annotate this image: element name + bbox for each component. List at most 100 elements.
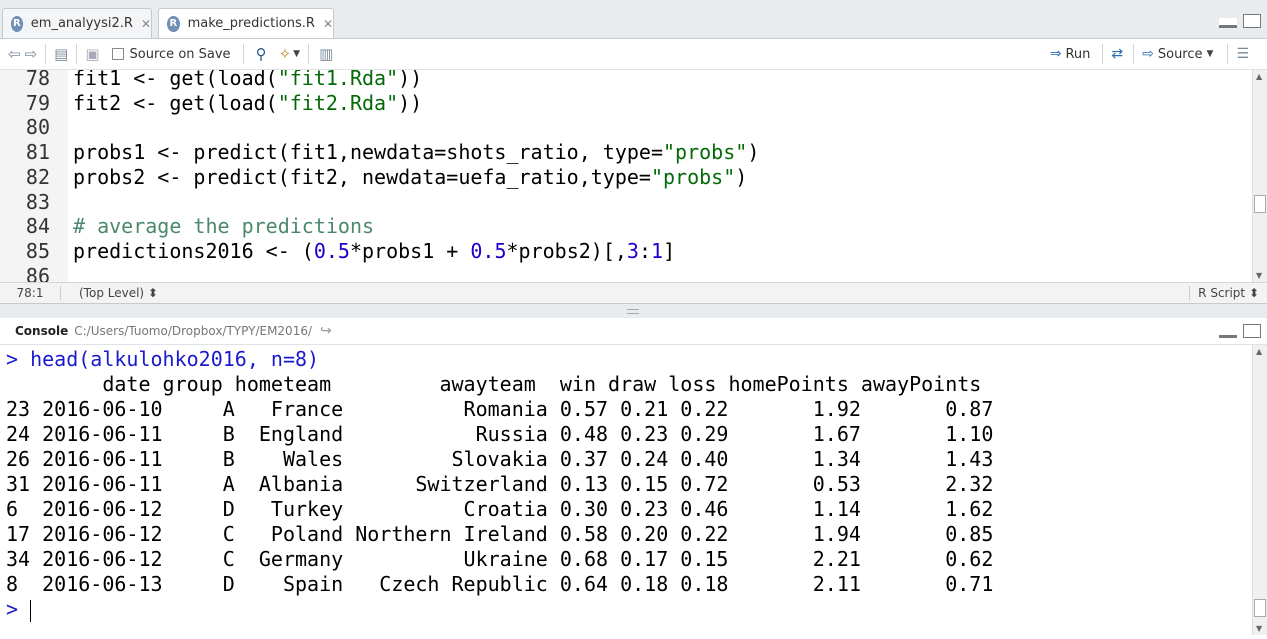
- console-table-row: 6 2016-06-12 D Turkey Croatia 0.30 0.23 …: [6, 497, 994, 521]
- console-table-row: 23 2016-06-10 A France Romania 0.57 0.21…: [6, 397, 994, 421]
- toolbar-divider: [242, 44, 244, 64]
- code-token: # average the predictions: [73, 214, 375, 239]
- chevron-down-icon[interactable]: ▼: [1207, 49, 1214, 59]
- chevron-down-icon[interactable]: ▼: [293, 49, 300, 59]
- console-table-header: date group hometeam awayteam win draw lo…: [6, 372, 982, 396]
- text-cursor: [30, 599, 32, 622]
- back-arrow-icon[interactable]: ⇦: [8, 45, 21, 63]
- tab-make-predictions[interactable]: R make_predictions.R ✕: [158, 8, 334, 38]
- close-icon[interactable]: ✕: [323, 17, 333, 31]
- code-text: # average the predictions: [73, 214, 374, 239]
- code-token: 1: [651, 238, 664, 263]
- compile-report-icon[interactable]: ▥: [319, 45, 333, 63]
- tab-em-analyysi2[interactable]: R em_analyysi2.R ✕: [2, 8, 152, 38]
- line-number: 83: [25, 189, 50, 214]
- console-title: Console: [15, 324, 69, 338]
- editor-scrollbar-thumb[interactable]: [1254, 195, 1266, 213]
- show-in-window-icon[interactable]: ▤: [54, 45, 68, 63]
- console-table-row: 24 2016-06-11 B England Russia 0.48 0.23…: [6, 422, 994, 446]
- tab-label: make_predictions.R: [187, 16, 315, 31]
- toolbar-right: ⇒ Run ⇄ ⇨ Source ▼ ☰: [1050, 39, 1267, 69]
- console-table-row: 31 2016-06-11 A Albania Switzerland 0.13…: [6, 472, 994, 496]
- editor-window-controls: [1219, 14, 1261, 28]
- code-token: 3: [626, 238, 639, 263]
- r-file-icon: R: [167, 15, 180, 32]
- console-scrollbar-thumb[interactable]: [1254, 599, 1266, 617]
- code-token: )): [398, 70, 423, 90]
- console-input-line[interactable]: >: [6, 597, 32, 622]
- toolbar-divider: [45, 44, 47, 64]
- code-text: probs1 <- predict(fit1,newdata=shots_rat…: [73, 140, 759, 165]
- line-number: 80: [25, 115, 50, 140]
- search-icon[interactable]: ⚲: [256, 45, 267, 63]
- line-number: 82: [25, 164, 50, 189]
- console-prompt: >: [6, 347, 19, 371]
- code-token: ): [747, 140, 760, 165]
- scroll-down-icon[interactable]: ▼: [1256, 271, 1262, 280]
- editor-scrollbar[interactable]: ▲ ▼: [1252, 70, 1267, 282]
- console-working-directory[interactable]: C:/Users/Tuomo/Dropbox/TYPY/EM2016/: [74, 324, 312, 338]
- splitter-grip-icon: [627, 309, 639, 314]
- console-scrollbar[interactable]: ▲ ▼: [1252, 345, 1267, 635]
- source-on-save-label: Source on Save: [129, 46, 231, 62]
- forward-arrow-icon[interactable]: ⇨: [25, 45, 38, 63]
- code-text: predictions2016 <- (0.5*probs1 + 0.5*pro…: [73, 239, 675, 264]
- cursor-position: 78:1: [0, 286, 61, 300]
- run-button[interactable]: ⇒ Run: [1050, 46, 1091, 62]
- scroll-up-icon[interactable]: ▲: [1256, 72, 1262, 81]
- r-file-icon: R: [11, 15, 23, 32]
- rerun-button[interactable]: ⇄: [1111, 46, 1123, 62]
- line-number: 86: [25, 263, 50, 282]
- document-outline-icon[interactable]: ☰: [1236, 46, 1249, 62]
- code-token: 0.5: [470, 238, 507, 263]
- code-token: *probs1 +: [349, 238, 471, 263]
- scroll-up-icon[interactable]: ▲: [1256, 347, 1262, 356]
- code-token: "fit2.Rda": [277, 90, 399, 115]
- line-number: 79: [25, 90, 50, 115]
- code-token: "fit1.Rda": [277, 70, 399, 90]
- toolbar-divider: [76, 44, 78, 64]
- code-editor[interactable]: 78 fit1 <- get(load("fit1.Rda")) 79 fit2 <-…: [0, 70, 1252, 282]
- pane-splitter[interactable]: [0, 304, 1267, 318]
- go-to-directory-icon[interactable]: ↪: [320, 323, 332, 339]
- editor-toolbar: ⇦ ⇨ ▤ ▣ Source on Save ⚲ ✧ ▼ ▥ ⇒ Run ⇄ ⇨…: [0, 39, 1267, 70]
- line-number: 84: [25, 214, 50, 239]
- line-number: 78: [25, 70, 50, 90]
- source-button[interactable]: ⇨ Source: [1142, 46, 1202, 62]
- maximize-icon[interactable]: [1243, 324, 1261, 338]
- code-tools-wand-icon[interactable]: ✧: [279, 45, 292, 63]
- console-window-controls: [1219, 324, 1261, 338]
- console-prompt: >: [6, 597, 19, 621]
- code-text: fit2 <- get(load("fit2.Rda")): [73, 91, 422, 116]
- code-token: fit1 <- get(load(: [73, 70, 278, 90]
- tab-bar: R em_analyysi2.R ✕ R make_predictions.R …: [0, 0, 1267, 39]
- console-header: Console C:/Users/Tuomo/Dropbox/TYPY/EM20…: [0, 318, 1267, 345]
- scroll-down-icon[interactable]: ▼: [1256, 624, 1262, 633]
- maximize-icon[interactable]: [1243, 14, 1261, 28]
- line-number: 85: [25, 238, 50, 263]
- scope-selector[interactable]: (Top Level) ⬍: [79, 286, 158, 300]
- console-output[interactable]: > head(alkulohko2016, n=8) date group ho…: [0, 345, 1252, 635]
- console-table-row: 8 2016-06-13 D Spain Czech Republic 0.64…: [6, 572, 994, 596]
- code-token: 0.5: [313, 238, 350, 263]
- code-token: ]: [663, 238, 676, 263]
- console-table-row: 17 2016-06-12 C Poland Northern Ireland …: [6, 522, 994, 546]
- console-command-line: > head(alkulohko2016, n=8): [6, 347, 319, 372]
- file-type-selector[interactable]: R Script ⬍: [1189, 286, 1259, 300]
- line-number: 81: [25, 140, 50, 165]
- minimize-icon[interactable]: [1219, 18, 1237, 28]
- code-text: probs2 <- predict(fit2, newdata=uefa_rat…: [73, 165, 747, 190]
- rerun-icon: ⇄: [1111, 46, 1124, 62]
- toolbar-divider: [308, 44, 310, 64]
- toolbar-divider: [1102, 44, 1104, 64]
- minimize-icon[interactable]: [1219, 328, 1237, 338]
- save-icon[interactable]: ▣: [85, 45, 99, 63]
- source-label: Source: [1157, 46, 1203, 62]
- source-on-save-checkbox[interactable]: [111, 48, 124, 60]
- code-token: ): [735, 164, 748, 189]
- toolbar-divider: [1227, 44, 1229, 64]
- code-token: probs1 <- predict(fit1,newdata=shots_rat…: [73, 140, 664, 165]
- console-command: head(alkulohko2016, n=8): [30, 347, 320, 371]
- run-label: Run: [1065, 46, 1091, 62]
- close-icon[interactable]: ✕: [141, 17, 151, 31]
